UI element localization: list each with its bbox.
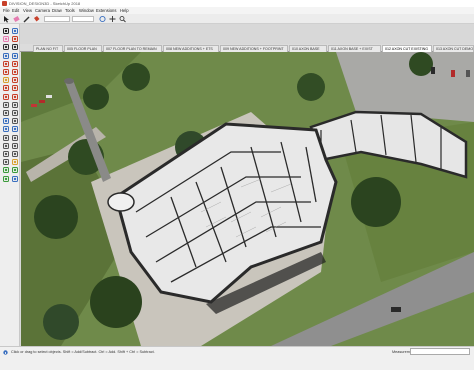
orbit-icon[interactable]	[98, 15, 107, 23]
axes-icon[interactable]	[2, 117, 10, 125]
status-hint: Click or drag to select objects. Shift =…	[11, 350, 155, 354]
tool-palette	[0, 24, 20, 346]
smoove-icon[interactable]	[11, 166, 19, 174]
info-icon	[3, 350, 8, 355]
window-titlebar: DIVISION_DESIGN3D - SketchUp 2018	[0, 0, 474, 7]
scene-tab-bar: PLAN NO FIT 005 FLOOR PLAN 007 FLOOR PLA…	[20, 44, 474, 52]
model-viewport[interactable]	[21, 52, 474, 346]
rotate-icon[interactable]	[11, 84, 19, 92]
aerial-model-view[interactable]	[21, 52, 474, 346]
3d-text-icon[interactable]	[11, 117, 19, 125]
style-dropdown[interactable]	[72, 16, 94, 22]
pencil-tool-icon[interactable]	[22, 15, 31, 23]
tape-measure-icon[interactable]	[2, 101, 10, 109]
text-icon[interactable]	[11, 109, 19, 117]
sandbox-icon[interactable]	[2, 166, 10, 174]
scene-tab[interactable]: 010 AXON BASE	[289, 45, 327, 52]
scene-tab[interactable]: 008 NEW ADDITIONS + ETS	[163, 45, 219, 52]
scene-tab-active[interactable]: 012 AXON CUT EXISTING	[382, 45, 432, 52]
section-plane-icon[interactable]	[11, 158, 19, 166]
select-icon[interactable]	[2, 27, 10, 35]
polygon-icon[interactable]	[11, 60, 19, 68]
scene-tab[interactable]: 007 FLOOR PLAN TO REMAIN	[103, 45, 162, 52]
scale-icon[interactable]	[2, 93, 10, 101]
move-icon[interactable]	[2, 84, 10, 92]
protractor-icon[interactable]	[2, 109, 10, 117]
rotated-rect-icon[interactable]	[11, 52, 19, 60]
eraser-icon[interactable]	[2, 35, 10, 43]
menu-file[interactable]: File	[3, 7, 10, 14]
zoom-icon[interactable]	[2, 134, 10, 142]
look-around-icon[interactable]	[2, 158, 10, 166]
rectangle-icon[interactable]	[2, 52, 10, 60]
geo-location-icon[interactable]	[2, 175, 10, 183]
follow-me-icon[interactable]	[11, 76, 19, 84]
eraser-tool-icon[interactable]	[12, 15, 21, 23]
menu-camera[interactable]: Camera	[35, 7, 50, 14]
push-pull-icon[interactable]	[2, 76, 10, 84]
freehand-icon[interactable]	[11, 43, 19, 51]
zoom-window-icon[interactable]	[11, 134, 19, 142]
photo-texture-icon[interactable]	[11, 175, 19, 183]
zoom-extents-icon[interactable]	[2, 142, 10, 150]
menu-edit[interactable]: Edit	[12, 7, 19, 14]
measurements-input[interactable]	[410, 348, 470, 355]
pan-icon[interactable]	[108, 15, 117, 23]
walk-icon[interactable]	[11, 150, 19, 158]
orbit-icon[interactable]	[2, 125, 10, 133]
menu-draw[interactable]: Draw	[52, 7, 62, 14]
status-bar: Click or drag to select objects. Shift =…	[0, 346, 474, 370]
circle-icon[interactable]	[2, 60, 10, 68]
menu-help[interactable]: Help	[120, 7, 129, 14]
select-tool-icon[interactable]	[2, 15, 11, 23]
pie-icon[interactable]	[11, 68, 19, 76]
component-icon[interactable]	[11, 27, 19, 35]
main-toolbar	[0, 14, 474, 24]
menu-tools[interactable]: Tools	[65, 7, 75, 14]
paint-icon[interactable]	[11, 35, 19, 43]
scene-tab[interactable]: 005 FLOOR PLAN	[64, 45, 102, 52]
scene-tab[interactable]: 011 AXON BASE + EXIST	[328, 45, 381, 52]
previous-view-icon[interactable]	[11, 142, 19, 150]
line-icon[interactable]	[2, 43, 10, 51]
sketchup-logo-icon	[2, 1, 7, 6]
window-title: DIVISION_DESIGN3D - SketchUp 2018	[9, 1, 81, 6]
arc-icon[interactable]	[2, 68, 10, 76]
paint-bucket-icon[interactable]	[32, 15, 41, 23]
pan-icon[interactable]	[11, 125, 19, 133]
menu-extensions[interactable]: Extensions	[96, 7, 116, 14]
menu-window[interactable]: Window	[79, 7, 94, 14]
scene-tab[interactable]: 009 NEW ADDITIONS + FOOTPRINT	[220, 45, 288, 52]
dimension-icon[interactable]	[11, 101, 19, 109]
position-camera-icon[interactable]	[2, 150, 10, 158]
menu-view[interactable]: View	[23, 7, 32, 14]
menu-bar: File Edit View Camera Draw Tools Window …	[0, 7, 474, 14]
layer-dropdown[interactable]	[44, 16, 70, 22]
offset-icon[interactable]	[11, 93, 19, 101]
scene-tab[interactable]: PLAN NO FIT	[33, 45, 63, 52]
zoom-icon[interactable]	[118, 15, 127, 23]
scene-tab[interactable]: 013 AXON CUT DEMO	[433, 45, 474, 52]
